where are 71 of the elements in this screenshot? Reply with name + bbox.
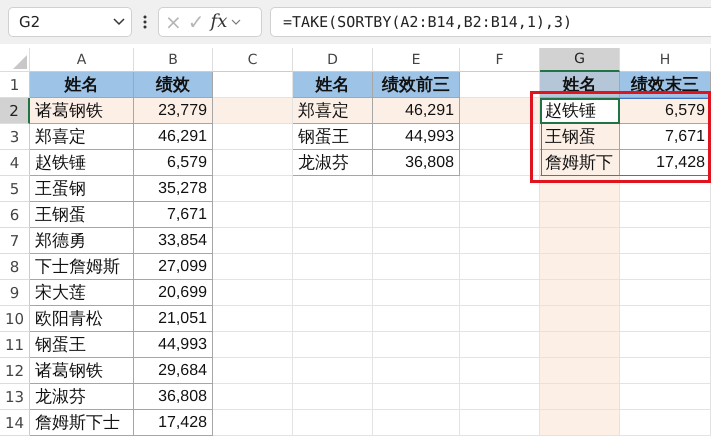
table-cell: 诸葛钢铁 (30, 98, 134, 124)
table-cell: 44,993 (373, 124, 460, 150)
row-header[interactable]: 13 (0, 384, 30, 410)
row-header[interactable]: 8 (0, 254, 30, 280)
table-cell: 46,291 (134, 124, 213, 150)
row-header[interactable]: 6 (0, 202, 30, 228)
row-header[interactable]: 11 (0, 332, 30, 358)
column-title-cell: 姓名 (293, 72, 373, 98)
table-cell: 王钢蛋 (540, 124, 620, 150)
row-header[interactable]: 1 (0, 72, 30, 98)
table-cell: 36,808 (373, 150, 460, 176)
triangle-icon (13, 55, 27, 69)
table-cell: 王钢蛋 (30, 202, 134, 228)
table-cell: 35,278 (134, 176, 213, 202)
name-box[interactable]: G2 (8, 7, 132, 37)
column-title-cell: 姓名 (30, 72, 134, 98)
column-header[interactable]: C (213, 48, 293, 72)
table-cell: 诸葛钢铁 (30, 358, 134, 384)
table-cell: 郑德勇 (30, 228, 134, 254)
column-header[interactable]: B (134, 48, 213, 72)
chevron-icon[interactable] (231, 18, 242, 26)
table-cell: 6,579 (134, 150, 213, 176)
table-cell: 王蛋钢 (30, 176, 134, 202)
column-header[interactable]: E (373, 48, 460, 72)
table-cell: 46,291 (373, 98, 460, 124)
table-cell: 20,699 (134, 280, 213, 306)
row-header[interactable]: 2 (0, 98, 30, 124)
chevron-icon (113, 18, 125, 26)
row-header[interactable]: 4 (0, 150, 30, 176)
table-cell: 龙淑芬 (30, 384, 134, 410)
table-cell: 7,671 (134, 202, 213, 228)
column-header[interactable]: F (460, 48, 540, 72)
table-cell: 33,854 (134, 228, 213, 254)
table-cell: 赵铁锤 (30, 150, 134, 176)
row-header[interactable]: 12 (0, 358, 30, 384)
table-cell: 44,993 (134, 332, 213, 358)
table-cell: 龙淑芬 (293, 150, 373, 176)
table-cell: 7,671 (620, 124, 711, 150)
table-cell: 钢蛋王 (293, 124, 373, 150)
table-cell: 赵铁锤 (540, 98, 620, 124)
row-header[interactable]: 7 (0, 228, 30, 254)
table-cell: 钢蛋王 (30, 332, 134, 358)
column-header[interactable]: D (293, 48, 373, 72)
table-cell: 27,099 (134, 254, 213, 280)
column-header[interactable]: A (30, 48, 134, 72)
table-cell: 郑喜定 (30, 124, 134, 150)
insert-function-button[interactable]: fx (208, 13, 230, 31)
row-header[interactable]: 10 (0, 306, 30, 332)
column-header[interactable]: H (620, 48, 711, 72)
table-cell: 17,428 (620, 150, 711, 176)
table-cell: 36,808 (134, 384, 213, 410)
row-header[interactable]: 14 (0, 410, 30, 436)
table-cell: 宋大莲 (30, 280, 134, 306)
more-icon[interactable] (143, 15, 147, 29)
column-header[interactable]: G (540, 48, 620, 72)
row-header[interactable]: 9 (0, 280, 30, 306)
row-header[interactable]: 3 (0, 124, 30, 150)
table-cell: 郑喜定 (293, 98, 373, 124)
table-cell: 詹姆斯下 (540, 150, 620, 176)
formula-field[interactable]: =TAKE(SORTBY(A2:B14,B2:B14,1),3) (270, 7, 711, 37)
column-title-cell: 绩效前三 (373, 72, 460, 98)
table-cell: 23,779 (134, 98, 213, 124)
table-cell: 詹姆斯下士 (30, 410, 134, 436)
table-cell: 21,051 (134, 306, 213, 332)
table-cell: 欧阳青松 (30, 306, 134, 332)
table-cell: 17,428 (134, 410, 213, 436)
table-cell: 下士詹姆斯 (30, 254, 134, 280)
table-cell: 6,579 (620, 98, 711, 124)
row-header[interactable]: 5 (0, 176, 30, 202)
table-cell: 29,684 (134, 358, 213, 384)
column-title-cell: 绩效 (134, 72, 213, 98)
